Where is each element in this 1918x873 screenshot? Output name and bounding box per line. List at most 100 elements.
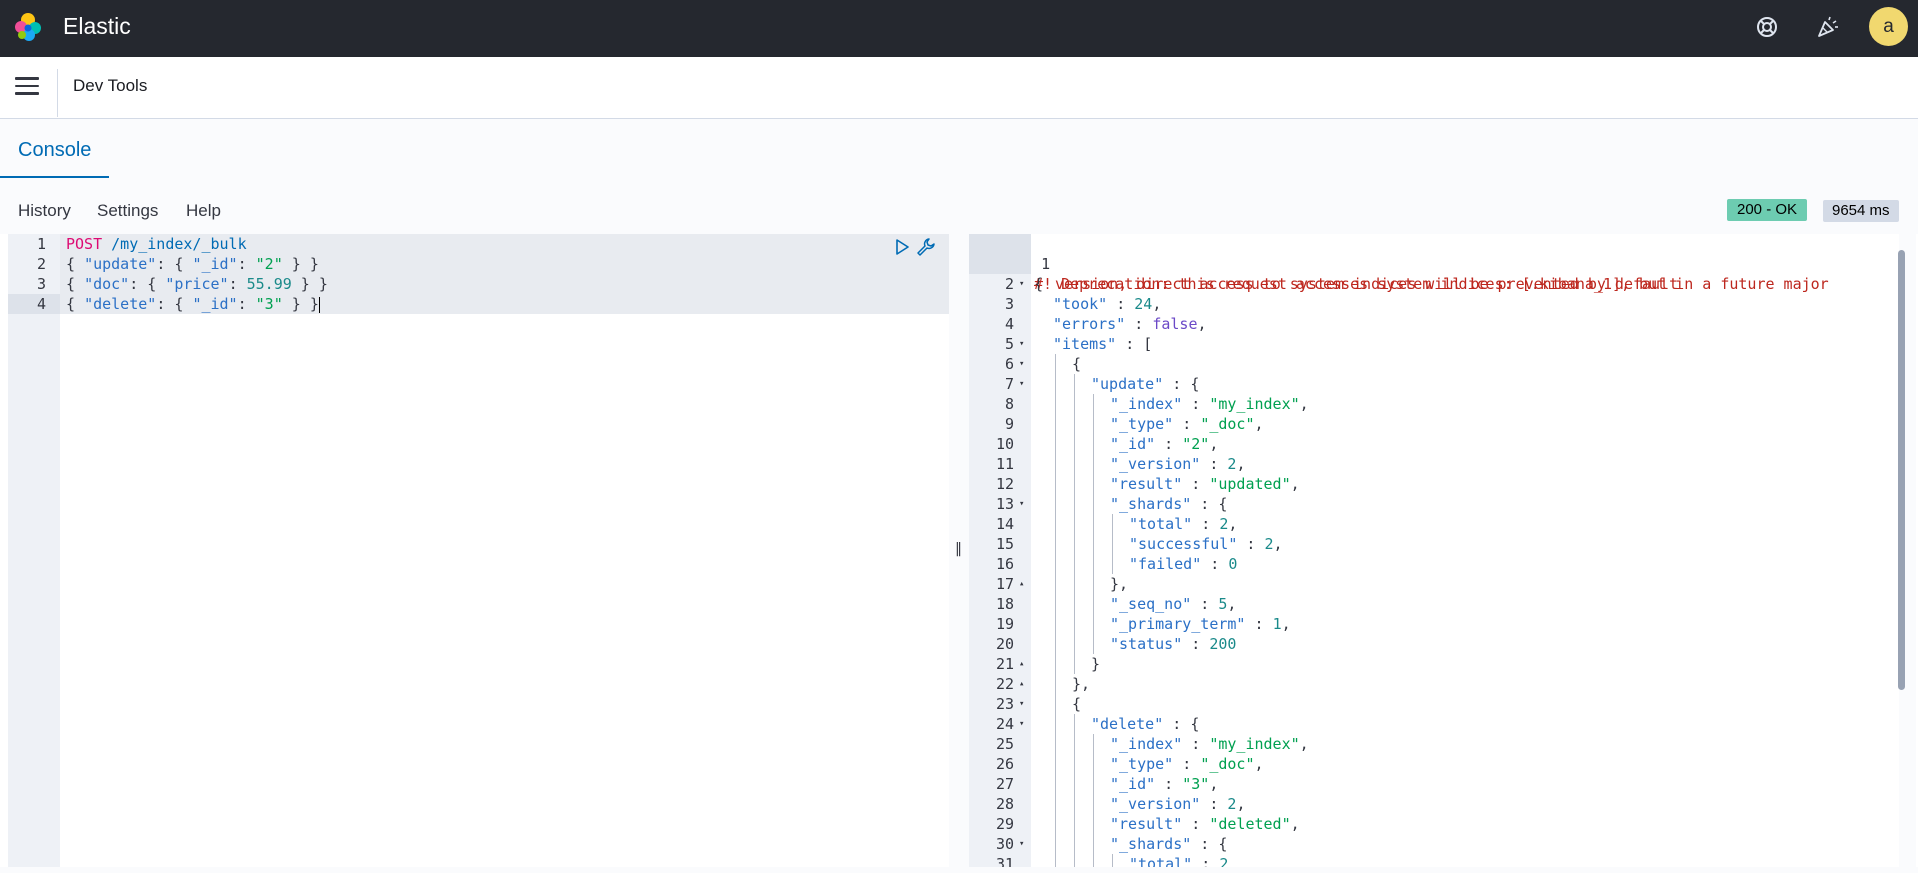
line-number: 3 (1004, 295, 1014, 313)
indent-guide (1074, 594, 1075, 614)
response-line-text: "total" : 2, (1129, 514, 1237, 534)
fold-arrow-down-icon[interactable]: ▾ (1019, 694, 1024, 714)
code-token: "_doc" (1200, 755, 1255, 773)
response-line-text: "_seq_no" : 5, (1110, 594, 1236, 614)
indent-guide (1055, 654, 1056, 674)
code-token: "3" (255, 295, 283, 313)
fold-arrow-up-icon[interactable]: ▴ (1019, 674, 1024, 694)
code-token: false (1152, 315, 1198, 333)
code-token: : (1182, 815, 1210, 833)
help-icon[interactable] (1755, 15, 1779, 39)
status-badge: 200 - OK (1727, 199, 1808, 221)
line-number: 15 (995, 535, 1014, 553)
resizer-grip-icon[interactable]: ‖ (955, 541, 962, 557)
fold-arrow-up-icon[interactable]: ▴ (1019, 654, 1024, 674)
code-token: , (1299, 395, 1309, 413)
code-token: , (1273, 535, 1283, 553)
fold-arrow-down-icon[interactable]: ▾ (1019, 714, 1024, 734)
code-token: , (1209, 775, 1219, 793)
indent-guide (1093, 414, 1094, 434)
response-viewer[interactable]: 1 #! Deprecation: this request accesses … (969, 234, 1899, 867)
response-line-text: "_id" : "2", (1110, 434, 1218, 454)
code-token: "failed" (1129, 555, 1202, 573)
line-number: 6 (1004, 355, 1014, 373)
line-number: 9 (1004, 415, 1014, 433)
fold-arrow-down-icon[interactable]: ▾ (1019, 354, 1024, 374)
fold-arrow-down-icon[interactable]: ▾ (1019, 834, 1024, 854)
code-token: "_seq_no" (1110, 595, 1192, 613)
newsfeed-icon[interactable] (1815, 14, 1841, 40)
brand-name[interactable]: Elastic (63, 13, 131, 40)
indent-guide (1093, 734, 1094, 754)
response-line-text: "status" : 200 (1110, 634, 1236, 654)
indent-guide (1055, 374, 1056, 394)
settings-button[interactable]: Settings (97, 201, 158, 221)
code-token: } (1091, 655, 1101, 673)
run-request-icon[interactable] (894, 238, 910, 256)
indent-guide (1093, 454, 1094, 474)
fold-arrow-down-icon[interactable]: ▾ (1019, 274, 1024, 294)
fold-arrow-down-icon[interactable]: ▾ (1019, 494, 1024, 514)
menu-icon[interactable] (15, 77, 39, 97)
line-number: 30 (995, 835, 1014, 853)
line-number: 12 (995, 475, 1014, 493)
request-line-text: { "update": { "_id": "2" } } (66, 254, 319, 274)
code-token: { (66, 275, 85, 293)
line-number: 10 (995, 435, 1014, 453)
code-token: "errors" (1053, 315, 1126, 333)
code-token: "successful" (1129, 535, 1238, 553)
code-token: : (1191, 595, 1219, 613)
indent-guide (1093, 834, 1094, 854)
response-scrollbar-thumb[interactable] (1898, 250, 1905, 690)
response-line-text: "_type" : "_doc", (1110, 754, 1264, 774)
code-token: : { (156, 295, 193, 313)
indent-guide (1074, 414, 1075, 434)
code-token: , (1209, 435, 1219, 453)
code-token: "items" (1053, 335, 1117, 353)
request-editor[interactable]: 1 POST /my_index/_bulk 2{ "update": { "_id… (8, 234, 949, 867)
user-avatar[interactable]: a (1869, 7, 1908, 46)
fold-arrow-up-icon[interactable]: ▴ (1019, 574, 1024, 594)
help-button[interactable]: Help (186, 201, 221, 221)
line-number: 19 (995, 615, 1014, 633)
response-line-text: "total" : 2 (1129, 854, 1228, 867)
history-button[interactable]: History (18, 201, 71, 221)
wrench-icon[interactable] (916, 237, 936, 257)
code-token: "doc" (84, 275, 130, 293)
fold-arrow-down-icon[interactable]: ▾ (1019, 374, 1024, 394)
response-line-text: { (1034, 274, 1043, 294)
code-token: "_index" (1110, 395, 1183, 413)
indent-guide (1055, 794, 1056, 814)
indent-guide (1093, 474, 1094, 494)
indent-guide (1055, 554, 1056, 574)
indent-guide (1055, 734, 1056, 754)
code-token: } } (291, 275, 328, 293)
code-token: 24 (1134, 295, 1153, 313)
line-number: 4 (36, 295, 46, 313)
code-token: : (237, 295, 256, 313)
code-token: /my_index/_bulk (111, 235, 247, 253)
line-number: 23 (995, 695, 1014, 713)
code-token: : [ (1116, 335, 1153, 353)
tab-console[interactable]: Console (0, 119, 110, 179)
page-title[interactable]: Dev Tools (73, 76, 147, 96)
fold-arrow-down-icon[interactable]: ▾ (1019, 334, 1024, 354)
code-token: "2" (255, 255, 283, 273)
indent-guide (1055, 414, 1056, 434)
indent-guide (1055, 494, 1056, 514)
indent-guide (1074, 514, 1075, 534)
code-token: { (1034, 275, 1044, 293)
tab-bar: Console (0, 119, 1918, 179)
response-line-text: { (1072, 354, 1081, 374)
code-token: "my_index" (1209, 395, 1300, 413)
line-number: 21 (995, 655, 1014, 673)
line-number: 27 (995, 775, 1014, 793)
code-token: "_id" (1110, 435, 1156, 453)
indent-guide (1055, 674, 1056, 694)
response-line-text: "failed" : 0 (1129, 554, 1237, 574)
indent-guide (1055, 474, 1056, 494)
line-number: 11 (995, 455, 1014, 473)
indent-guide (1055, 814, 1056, 834)
elastic-logo-icon[interactable] (12, 11, 44, 43)
warning-text-2: version, direct access to system indices… (1055, 275, 1679, 293)
